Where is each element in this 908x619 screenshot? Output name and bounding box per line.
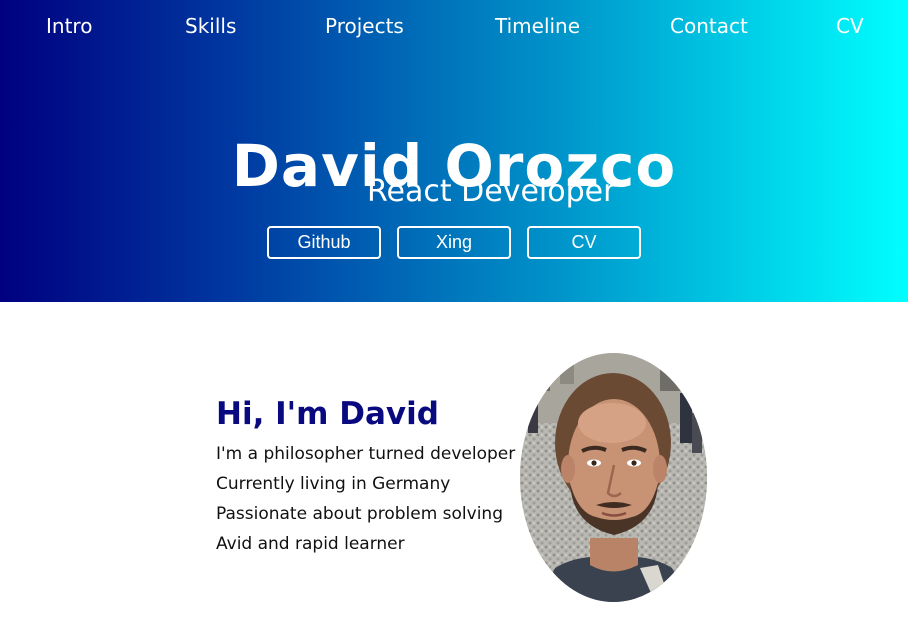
nav-item-timeline[interactable]: Timeline bbox=[495, 12, 580, 40]
nav-item-projects[interactable]: Projects bbox=[325, 12, 404, 40]
intro-line: Avid and rapid learner bbox=[216, 534, 405, 554]
intro-line: Passionate about problem solving bbox=[216, 504, 503, 524]
nav-item-contact[interactable]: Contact bbox=[670, 12, 748, 40]
intro-section: Hi, I'm David I'm a philosopher turned d… bbox=[0, 302, 908, 619]
nav-item-intro[interactable]: Intro bbox=[46, 12, 92, 40]
intro-line: I'm a philosopher turned developer bbox=[216, 444, 516, 464]
profile-photo bbox=[520, 353, 707, 602]
github-button[interactable]: Github bbox=[267, 226, 381, 259]
hero-role: React Developer bbox=[367, 174, 616, 209]
nav-item-skills[interactable]: Skills bbox=[185, 12, 236, 40]
intro-line: Currently living in Germany bbox=[216, 474, 451, 494]
xing-button[interactable]: Xing bbox=[397, 226, 511, 259]
hero-section: Intro Skills Projects Timeline Contact C… bbox=[0, 0, 908, 302]
profile-photo-icon bbox=[520, 353, 707, 602]
intro-list: I'm a philosopher turned developer Curre… bbox=[216, 439, 515, 559]
intro-heading: Hi, I'm David bbox=[216, 396, 439, 432]
cv-button[interactable]: CV bbox=[527, 226, 641, 259]
nav-item-cv[interactable]: CV bbox=[836, 12, 864, 40]
top-nav: Intro Skills Projects Timeline Contact C… bbox=[0, 0, 908, 52]
